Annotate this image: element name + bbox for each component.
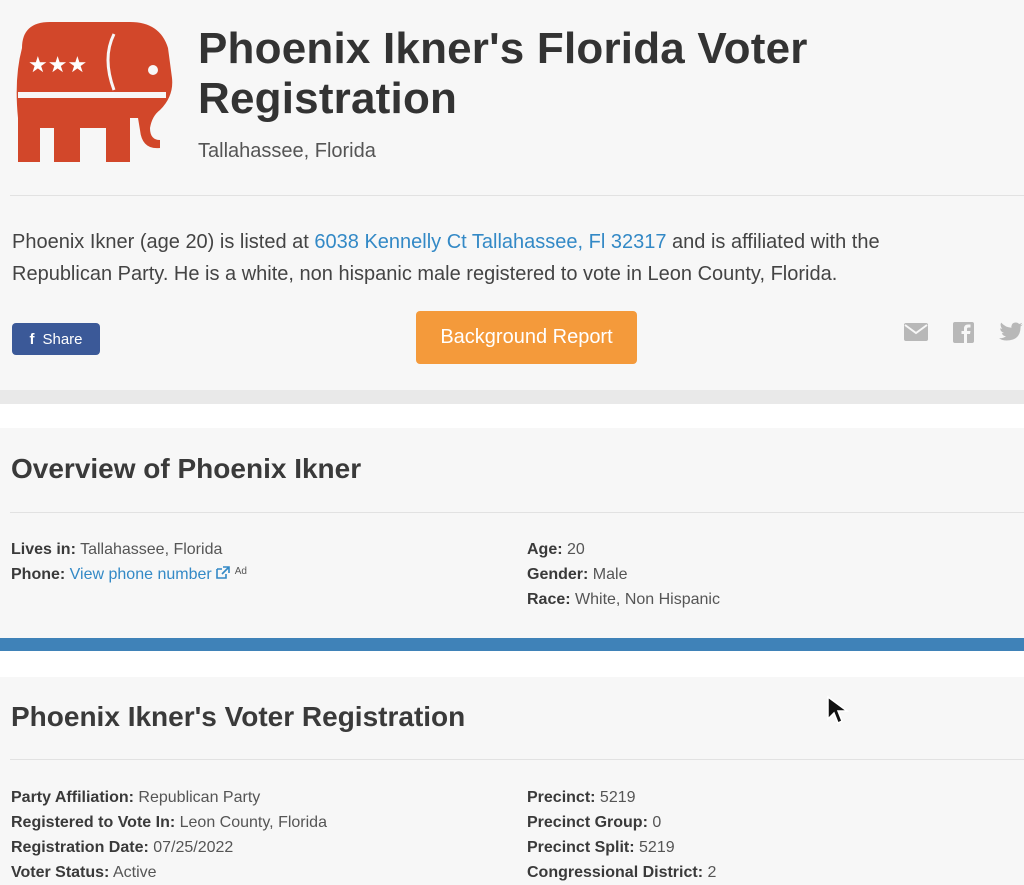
race-row: Race: White, Non Hispanic [527,591,720,609]
registered-in-row: Registered to Vote In: Leon County, Flor… [11,814,327,832]
page-subtitle: Tallahassee, Florida [198,140,376,162]
facebook-icon[interactable] [953,322,974,343]
fact-value: 07/25/2022 [153,839,234,856]
fact-key: Precinct: [527,789,596,806]
fact-key: Precinct Group: [527,814,648,831]
fact-value: Leon County, Florida [179,814,327,831]
section-gap [0,404,1024,428]
gender-row: Gender: Male [527,566,627,584]
intro-text: Phoenix Ikner (age 20) is listed at [12,231,315,253]
intro-text: and is affiliated with the [666,231,880,253]
fact-key: Lives in: [11,541,76,558]
age-row: Age: 20 [527,541,585,559]
fact-key: Party Affiliation: [11,789,134,806]
view-phone-number-link[interactable]: View phone number [70,566,231,583]
address-link[interactable]: 6038 Kennelly Ct Tallahassee, Fl 32317 [314,231,666,253]
phone-row: Phone: View phone number Ad [11,566,247,584]
fact-key: Gender: [527,566,589,583]
intro-text-line2: Republican Party. He is a white, non his… [12,263,838,285]
fact-value: Republican Party [138,789,261,806]
fact-value: 5219 [599,789,636,806]
fact-value: 2 [707,864,717,881]
section-gap [0,651,1024,677]
republican-elephant-logo: ★★★ [16,22,173,162]
fact-key: Phone: [11,566,66,583]
background-report-button[interactable]: Background Report [416,311,637,364]
fact-key: Voter Status: [11,864,110,881]
lives-in-row: Lives in: Tallahassee, Florida [11,541,222,559]
divider [10,759,1024,760]
intro-paragraph: Phoenix Ikner (age 20) is listed at 6038… [12,226,1024,290]
fact-key: Congressional District: [527,864,704,881]
voter-status-row: Voter Status: Active [11,864,157,882]
svg-text:★★★: ★★★ [28,53,87,78]
voter-registration-card: Phoenix Ikner's Voter Registration Party… [0,677,1024,885]
congressional-district-row: Congressional District: 2 [527,864,716,882]
blue-divider [0,638,1024,651]
divider [10,195,1024,196]
fact-value: 20 [567,541,585,558]
phone-link-label: View phone number [69,566,212,583]
fact-key: Registration Date: [11,839,149,856]
overview-card: Overview of Phoenix Ikner Lives in: Tall… [0,428,1024,638]
fact-value: 5219 [639,839,675,856]
fact-value: Tallahassee, Florida [80,541,223,558]
fact-value: White, Non Hispanic [575,591,720,608]
mail-icon[interactable] [904,323,928,341]
header-card: ★★★ Phoenix Ikner's Florida Voter Regist… [0,0,1024,390]
fact-key: Precinct Split: [527,839,635,856]
fact-key: Registered to Vote In: [11,814,176,831]
page-title: Phoenix Ikner's Florida Voter Registrati… [198,24,808,123]
facebook-f-icon: f [29,330,35,348]
ad-label: Ad [234,566,247,577]
precinct-row: Precinct: 5219 [527,789,636,807]
fact-key: Age: [527,541,563,558]
registration-title: Phoenix Ikner's Voter Registration [11,701,466,732]
fact-value: 0 [652,814,662,831]
precinct-split-row: Precinct Split: 5219 [527,839,675,857]
mouse-cursor-icon [827,695,850,725]
fact-value: Male [592,566,628,583]
external-link-icon [215,566,230,579]
registration-date-row: Registration Date: 07/25/2022 [11,839,233,857]
share-label: Share [42,330,83,348]
fact-value: Active [112,864,157,881]
overview-title: Overview of Phoenix Ikner [11,453,362,484]
twitter-icon[interactable] [999,322,1023,343]
facebook-share-button[interactable]: f Share [12,323,100,355]
fact-key: Race: [527,591,571,608]
divider [10,512,1024,513]
section-separator [0,390,1024,404]
party-affiliation-row: Party Affiliation: Republican Party [11,789,260,807]
precinct-group-row: Precinct Group: 0 [527,814,661,832]
